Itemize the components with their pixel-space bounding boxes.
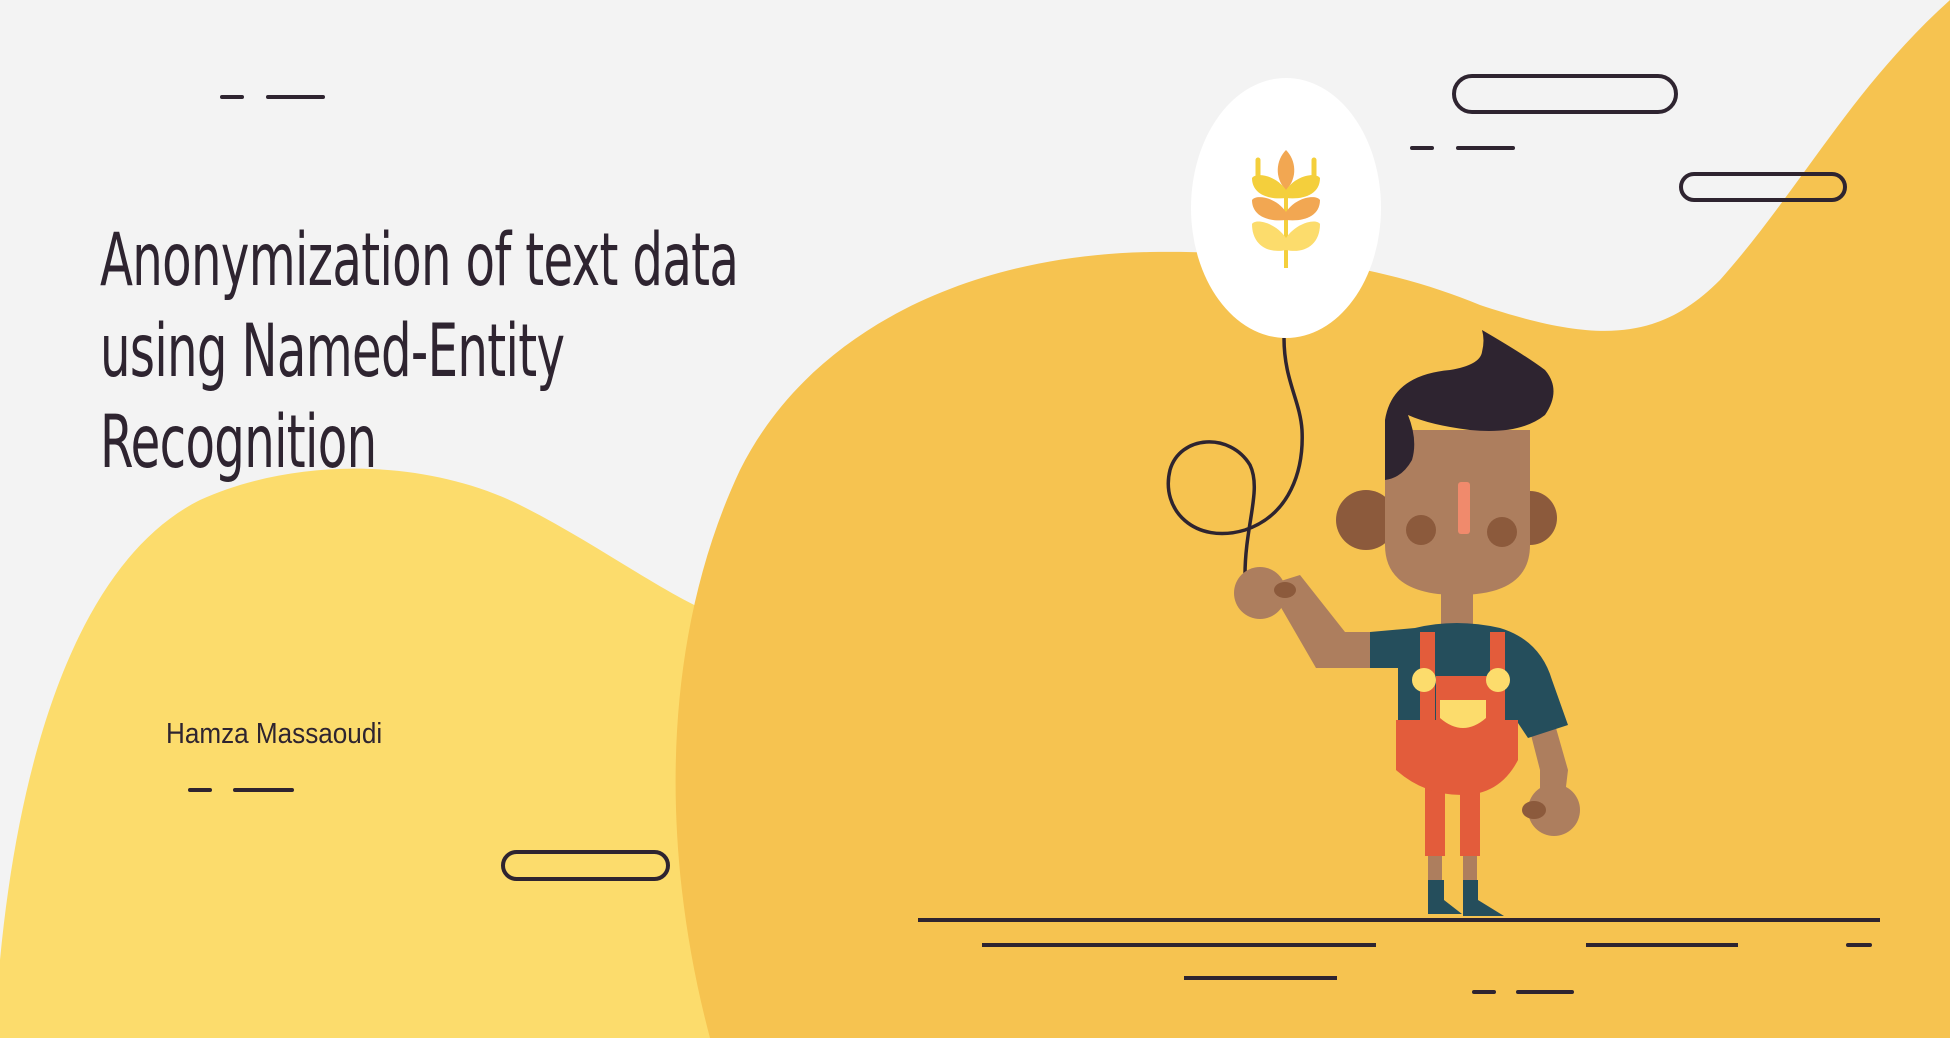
- light-yellow-blob: [0, 468, 720, 1038]
- author-name: Hamza Massaoudi: [166, 718, 383, 750]
- background-illustration: [0, 0, 1950, 1038]
- slide: Anonymization of text data using Named-E…: [0, 0, 1950, 1038]
- slide-title: Anonymization of text data using Named-E…: [100, 218, 739, 485]
